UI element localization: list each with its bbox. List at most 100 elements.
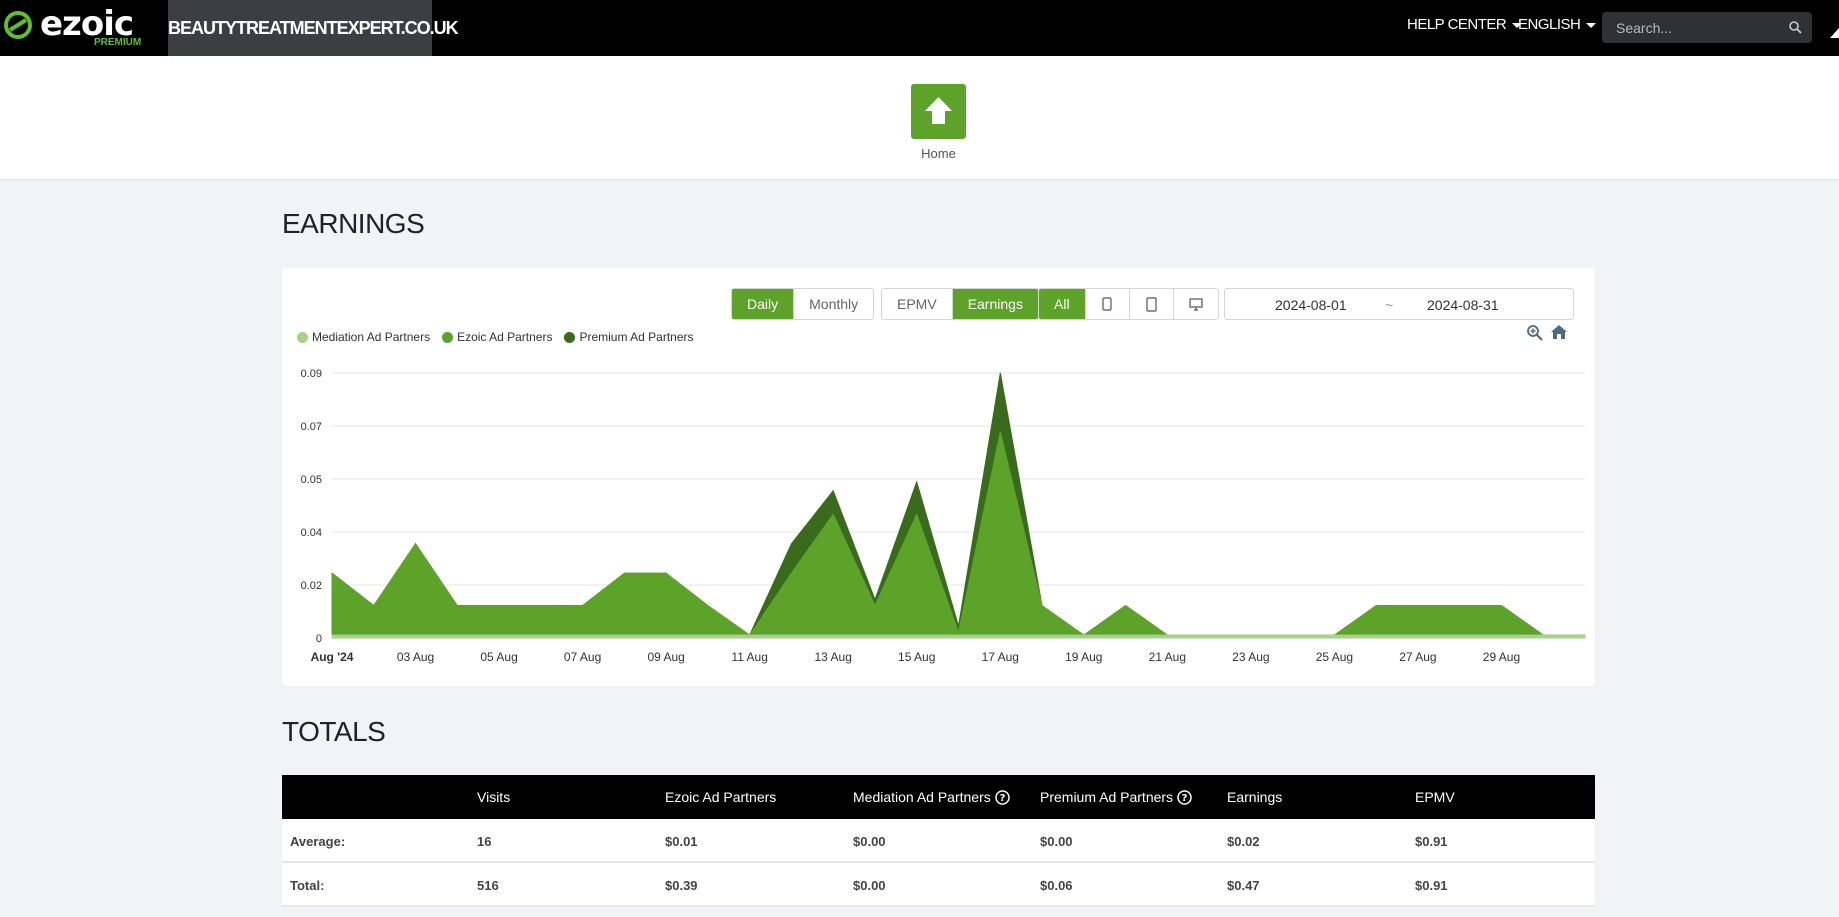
scroll-up-icon[interactable] <box>1830 20 1839 40</box>
logo-mark-icon <box>4 11 32 39</box>
table-cell: $0.00 <box>1040 834 1073 849</box>
language-label: ENGLISH <box>1518 16 1581 33</box>
help-icon[interactable]: ? <box>1177 789 1192 805</box>
device-mobile-button[interactable] <box>1086 289 1130 319</box>
home-band: Home <box>0 56 1839 180</box>
chevron-down-icon <box>1586 22 1597 28</box>
x-tick-label: 11 Aug <box>731 650 767 664</box>
column-header: Mediation Ad Partners ? <box>853 789 1010 805</box>
device-tablet-button[interactable] <box>1130 289 1174 319</box>
x-tick-label: 25 Aug <box>1316 650 1353 664</box>
daily-button[interactable]: Daily <box>732 289 795 319</box>
table-cell: $0.91 <box>1415 878 1448 893</box>
legend-label: Ezoic Ad Partners <box>457 330 553 344</box>
help-center-label: HELP CENTER <box>1407 16 1507 33</box>
x-tick-label: 19 Aug <box>1065 650 1102 664</box>
epmv-button[interactable]: EPMV <box>882 289 953 319</box>
y-tick-label: 0.07 <box>301 421 322 433</box>
help-icon[interactable]: ? <box>995 789 1010 805</box>
column-header: Earnings <box>1227 789 1283 805</box>
earnings-title: EARNINGS <box>282 208 425 239</box>
table-cell: $0.06 <box>1040 878 1073 893</box>
legend-label: Premium Ad Partners <box>579 330 694 344</box>
area-ezoic[interactable] <box>331 431 1585 636</box>
y-tick-label: 0.02 <box>301 580 322 592</box>
earnings-button[interactable]: Earnings <box>952 289 1038 319</box>
monthly-button[interactable]: Monthly <box>794 289 873 319</box>
ezoic-logo[interactable]: ezoic PREMIUM <box>0 4 160 52</box>
home-icon <box>925 97 952 124</box>
row-label: Average: <box>290 834 346 849</box>
device-desktop-button[interactable] <box>1174 289 1218 319</box>
table-cell: $0.91 <box>1415 834 1448 849</box>
phone-icon <box>1102 297 1112 311</box>
legend-label: Mediation Ad Partners <box>312 330 431 344</box>
device-toggle: All <box>1038 288 1219 320</box>
x-tick-label: 15 Aug <box>898 650 935 664</box>
x-tick-label: 13 Aug <box>815 650 852 664</box>
x-tick-label: 27 Aug <box>1399 650 1436 664</box>
table-cell: 16 <box>477 834 492 849</box>
search-input[interactable] <box>1602 12 1782 43</box>
y-tick-label: 0.05 <box>301 474 322 486</box>
x-tick-label: 07 Aug <box>564 650 601 664</box>
reset-zoom-home-icon[interactable] <box>1550 323 1568 341</box>
legend-item-ezoic[interactable]: Ezoic Ad Partners <box>442 330 552 344</box>
table-cell: $0.00 <box>853 834 886 849</box>
legend-swatch <box>442 331 454 343</box>
table-cell: $0.39 <box>665 878 698 893</box>
legend-swatch <box>564 331 576 343</box>
period-toggle: Daily Monthly <box>731 288 875 320</box>
legend-swatch <box>297 331 308 343</box>
site-selector[interactable]: BEAUTYTREATMENTEXPERT.CO.UK <box>168 0 459 56</box>
desktop-icon <box>1188 297 1203 311</box>
column-header: Ezoic Ad Partners <box>665 789 777 805</box>
search-box <box>1602 12 1812 43</box>
top-nav: ezoic PREMIUM BEAUTYTREATMENTEXPERT.CO.U… <box>0 0 1839 56</box>
x-tick-label: 23 Aug <box>1232 650 1269 664</box>
table-cell: $0.02 <box>1227 834 1260 849</box>
row-label: Total: <box>290 878 325 893</box>
device-all-button[interactable]: All <box>1039 289 1086 319</box>
date-separator: ~ <box>1385 297 1394 313</box>
legend-item-premium[interactable]: Premium Ad Partners <box>564 330 694 344</box>
x-tick-label: Aug '24 <box>311 650 354 664</box>
svg-text:?: ? <box>999 793 1005 804</box>
y-tick-label: 0.09 <box>301 368 322 380</box>
table-cell: $0.47 <box>1227 878 1260 893</box>
table-row: Average: 16 $0.01 $0.00 $0.00 $0.02 $0.9… <box>282 819 1595 863</box>
totals-table: Visits Ezoic Ad Partners Mediation Ad Pa… <box>282 775 1595 907</box>
totals-title: TOTALS <box>282 716 386 747</box>
table-cell: $0.00 <box>853 878 886 893</box>
tablet-icon <box>1145 296 1157 312</box>
zoom-icon[interactable] <box>1526 324 1544 342</box>
x-tick-label: 17 Aug <box>982 650 1019 664</box>
language-menu[interactable]: ENGLISH <box>1518 16 1597 33</box>
home-button[interactable] <box>911 84 966 139</box>
chart-legend: Mediation Ad Partners Ezoic Ad Partners … <box>297 330 694 344</box>
legend-item-mediation[interactable]: Mediation Ad Partners <box>297 330 430 344</box>
column-header: Premium Ad Partners ? <box>1040 789 1192 805</box>
table-header: Visits Ezoic Ad Partners Mediation Ad Pa… <box>282 775 1595 819</box>
table-row: Total: 516 $0.39 $0.00 $0.06 $0.47 $0.91 <box>282 863 1595 907</box>
y-tick-label: 0.04 <box>301 527 322 539</box>
search-icon[interactable] <box>1788 20 1802 34</box>
home-label: Home <box>921 146 956 161</box>
table-cell: $0.01 <box>665 834 698 849</box>
y-tick-label: 0 <box>316 633 322 645</box>
column-header: Visits <box>477 789 511 805</box>
help-center-menu[interactable]: HELP CENTER <box>1407 16 1523 33</box>
area-premium[interactable] <box>331 372 1585 636</box>
column-header: EPMV <box>1415 789 1455 805</box>
date-range-picker[interactable]: 2024-08-01 ~ 2024-08-31 <box>1224 288 1574 320</box>
x-tick-label: 09 Aug <box>647 650 684 664</box>
x-tick-label: 03 Aug <box>397 650 434 664</box>
metric-toggle: EPMV Earnings <box>881 288 1039 320</box>
table-cell: 516 <box>477 878 499 893</box>
earnings-chart-card: 0 0.02 0.04 0.05 0.07 0.09 Aug '24 03 Aug 05 Aug… <box>282 268 1595 686</box>
x-tick-label: 29 Aug <box>1483 650 1520 664</box>
date-end: 2024-08-31 <box>1427 297 1499 313</box>
date-start: 2024-08-01 <box>1275 297 1347 313</box>
area-mediation[interactable] <box>331 634 1586 639</box>
x-tick-label: 21 Aug <box>1149 650 1186 664</box>
